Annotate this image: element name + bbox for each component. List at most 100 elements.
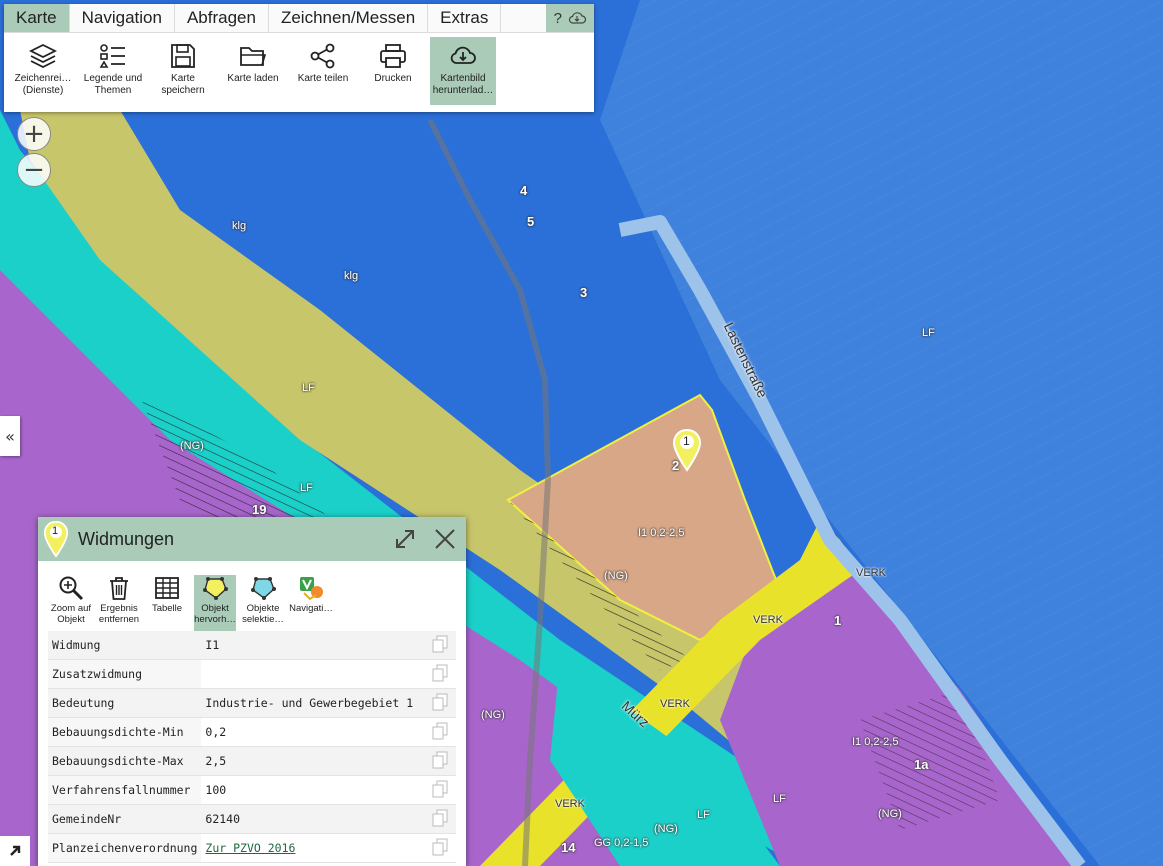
table-row: Bedeutung Industrie- und Gewerbegebiet 1 [48,688,456,718]
tool-zeichenreihenfolge[interactable]: Zeichenrei… (Dienste) [10,37,76,105]
tool-label: Legende und Themen [83,73,143,96]
map-label-verk: VERK [555,798,585,810]
attr-value: I1 [201,631,424,660]
print-icon [380,44,406,68]
menu-tabs: Karte Navigation Abfragen Zeichnen/Messe… [4,4,594,33]
arrow-up-right-icon [10,845,21,856]
tab-navigation[interactable]: Navigation [70,4,175,32]
map-label-verk: VERK [660,698,690,710]
table-icon [155,577,179,599]
cloud-download-icon[interactable] [568,11,586,25]
copy-icon [432,693,448,710]
panel-actions [394,528,456,550]
pzvo-link[interactable]: Zur PZVO 2016 [205,841,295,855]
attr-key: Bebauungsdichte-Max [48,746,202,776]
copy-icon [432,809,448,826]
map-label-verk: VERK [856,567,886,579]
table-button[interactable]: Tabelle [146,575,188,635]
map-label-1: 1 [834,613,842,628]
copy-icon [432,780,448,797]
tab-zeichnen-messen[interactable]: Zeichnen/Messen [269,4,429,32]
copy-button[interactable] [424,631,456,660]
attr-key: Planzeichenverordnung [48,833,202,863]
tool-label: Zeichenrei… (Dienste) [14,73,72,96]
copy-button[interactable] [424,717,456,747]
table-row: Verfahrensfallnummer 100 [48,775,456,805]
ptool-label: Ergebnis entfernen [98,603,140,625]
navigation-icon [300,577,323,601]
ptool-label: Objekte selektie… [242,603,284,625]
remove-result-button[interactable]: Ergebnis entfernen [98,575,140,635]
table-row: Bebauungsdichte-Min 0,2 [48,717,456,747]
table-row: GemeindeNr 62140 [48,804,456,834]
map-label-klg: klg [344,270,359,282]
menu-toolbar: Zeichenrei… (Dienste) Legende und Themen… [4,33,594,109]
attr-value: 2,5 [201,746,424,776]
attr-value: Zur PZVO 2016 [201,833,424,863]
cloud-download-icon [450,46,476,64]
map-label-lf: LF [697,809,710,821]
table-row: Bebauungsdichte-Max 2,5 [48,746,456,776]
navigation-button[interactable]: Navigati… [289,575,333,635]
tool-label: Karte teilen [297,73,349,84]
map-label-lf: LF [302,382,315,394]
map-label-i1: I1 0,2-2,5 [852,736,899,748]
copy-button[interactable] [424,775,456,805]
tab-karte[interactable]: Karte [4,4,70,32]
map-label-3: 3 [580,285,588,300]
map-label-1a: 1a [914,757,929,772]
attr-key: Bedeutung [48,688,202,718]
panel-header[interactable]: 1 Widmungen [38,517,466,561]
map-label-klg: klg [232,220,247,232]
attribute-table: Widmung I1 Zusatzwidmung Bedeutung Indus… [48,631,456,863]
copy-button[interactable] [424,746,456,776]
map-label-lf: LF [773,793,786,805]
copy-icon [432,838,448,855]
copy-icon [432,664,448,681]
attr-key: Verfahrensfallnummer [48,775,202,805]
tool-karte-teilen[interactable]: Karte teilen [290,37,356,105]
close-icon[interactable] [434,528,456,550]
attr-value: 100 [201,775,424,805]
zoom-to-object-button[interactable]: Zoom auf Objekt [50,575,92,635]
map-label-i1: I1 0,2-2,5 [638,527,685,539]
copy-button[interactable] [424,659,456,689]
legend-icon [99,44,125,68]
attr-value: Industrie- und Gewerbegebiet 1 [201,688,424,718]
attr-key: GemeindeNr [48,804,202,834]
table-row: Planzeichenverordnung Zur PZVO 2016 [48,833,456,863]
zoom-in-button[interactable]: + [17,117,51,151]
select-icon [251,577,276,600]
highlight-object-button[interactable]: Objekt hervorh… [194,575,236,635]
zoom-out-button[interactable]: − [17,153,51,187]
expand-icon[interactable] [394,528,416,550]
map-label-19: 19 [252,502,267,517]
expand-sidebar-button[interactable]: « [0,416,20,456]
tool-karte-speichern[interactable]: Karte speichern [150,37,216,105]
table-row: Zusatzwidmung [48,659,456,689]
select-objects-button[interactable]: Objekte selektie… [242,575,284,635]
tool-label: Drucken [374,73,412,84]
map-label-verk: VERK [753,614,783,626]
tool-kartenbild-herunterladen[interactable]: Kartenbild herunterlad… [430,37,496,105]
panel-toolbar: Zoom auf Objekt Ergebnis entfernen Tabel… [38,561,466,635]
attr-key: Bebauungsdichte-Min [48,717,202,747]
tab-abfragen[interactable]: Abfragen [175,4,269,32]
ptool-label: Zoom auf Objekt [50,603,92,625]
copy-button[interactable] [424,833,456,863]
tool-drucken[interactable]: Drucken [360,37,426,105]
map-label-lf: LF [300,482,313,494]
expand-corner-button[interactable] [0,836,30,866]
copy-button[interactable] [424,804,456,834]
tool-legende[interactable]: Legende und Themen [80,37,146,105]
copy-button[interactable] [424,688,456,718]
tab-extras[interactable]: Extras [428,4,502,32]
tool-karte-laden[interactable]: Karte laden [220,37,286,105]
map-label-ng: (NG) [878,808,902,820]
share-icon [310,43,335,69]
map-label-ng: (NG) [604,570,628,582]
copy-icon [432,722,448,739]
layers-icon [29,43,57,69]
map-marker-pin[interactable]: 1 [672,428,702,472]
help-button[interactable]: ? [554,10,562,27]
